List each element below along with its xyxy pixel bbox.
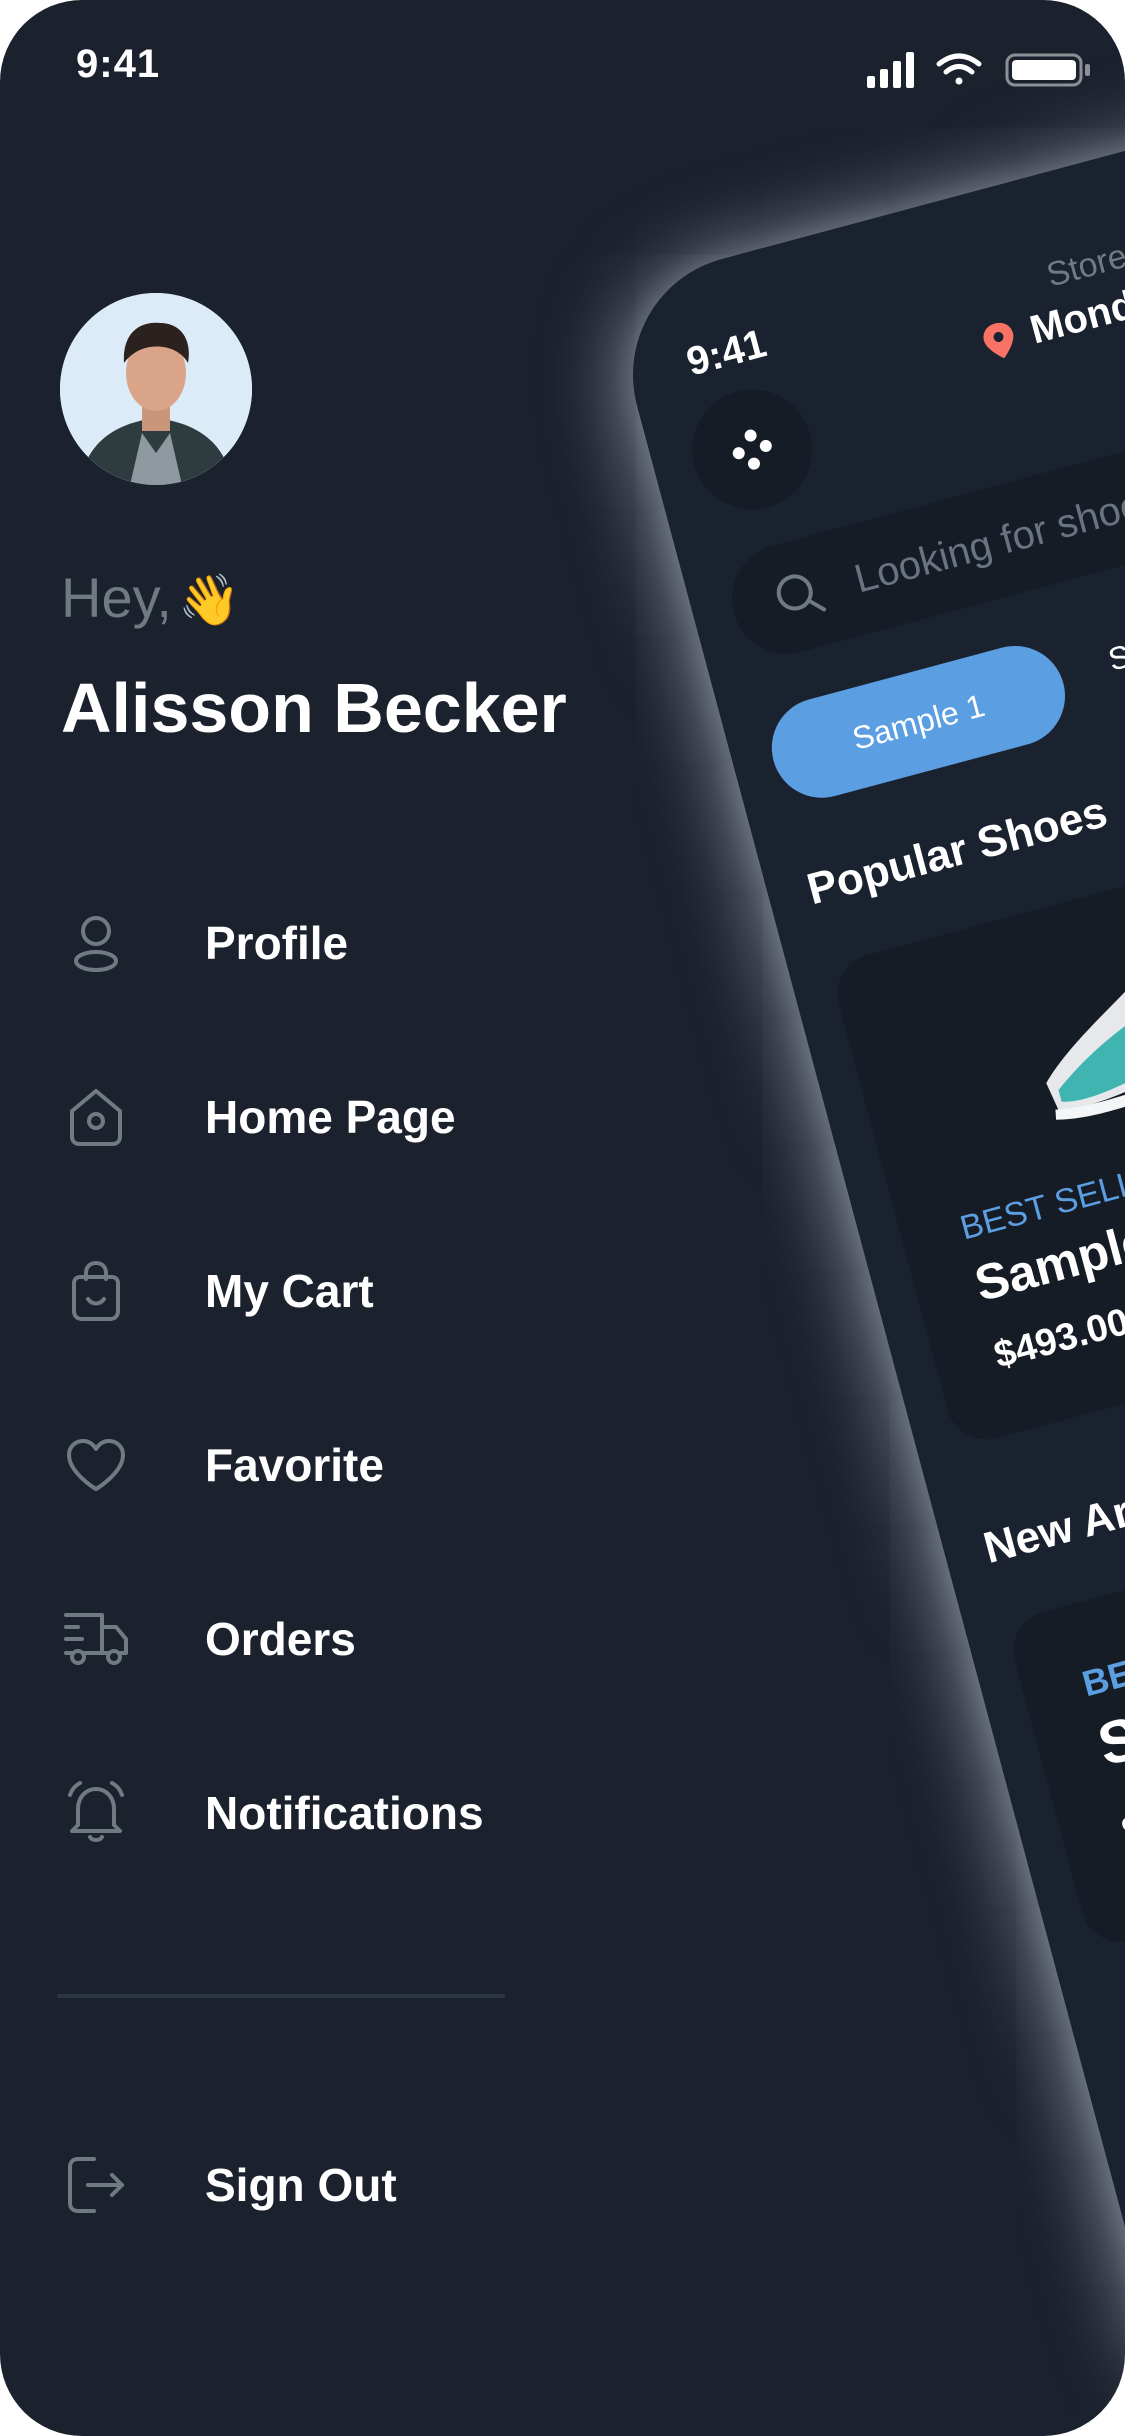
status-time: 9:41 bbox=[76, 42, 161, 86]
shoe-image bbox=[1046, 899, 1125, 1120]
category-chip-active[interactable]: Sample 1 bbox=[760, 634, 1077, 809]
menu-item-orders[interactable]: Orders bbox=[60, 1599, 580, 1679]
preview-time: 9:41 bbox=[682, 321, 771, 385]
greeting-text: Hey, bbox=[61, 566, 172, 629]
menu-item-label: Home Page bbox=[205, 1091, 456, 1143]
menu-item-label: My Cart bbox=[205, 1265, 374, 1317]
menu-item-label: Profile bbox=[205, 917, 349, 969]
menu-button[interactable] bbox=[678, 376, 826, 524]
sign-out-icon bbox=[60, 2149, 132, 2221]
bell-icon bbox=[60, 1777, 132, 1849]
heart-icon bbox=[60, 1429, 132, 1501]
greeting: Hey, 👋 bbox=[61, 565, 240, 630]
category-chip[interactable]: Sample 2 bbox=[1104, 608, 1125, 679]
menu-item-home-page[interactable]: Home Page bbox=[60, 1077, 580, 1157]
wifi-icon bbox=[936, 53, 982, 85]
signal-icon bbox=[867, 52, 914, 88]
home-icon bbox=[60, 1081, 132, 1153]
user-name: Alisson Becker bbox=[61, 669, 567, 747]
divider bbox=[57, 1994, 505, 1998]
wave-emoji: 👋 bbox=[178, 572, 241, 628]
product-price: $493.00 bbox=[989, 1300, 1125, 1377]
menu-item-notifications[interactable]: Notifications bbox=[60, 1773, 580, 1853]
menu-item-favorite[interactable]: Favorite bbox=[60, 1425, 580, 1505]
avatar-photo bbox=[60, 293, 252, 485]
sign-out-label: Sign Out bbox=[205, 2159, 397, 2211]
menu-item-label: Notifications bbox=[205, 1787, 484, 1839]
search-placeholder: Looking for shoes bbox=[849, 476, 1125, 602]
product-price: $849.69 bbox=[1116, 1770, 1125, 1855]
menu-item-profile[interactable]: Profile bbox=[60, 903, 580, 983]
bag-icon bbox=[60, 1255, 132, 1327]
sign-out-button[interactable]: Sign Out bbox=[60, 2145, 580, 2225]
status-icons bbox=[867, 52, 1090, 88]
location-pin-icon bbox=[983, 322, 1014, 358]
screen: 9:41 9:41 Store location Mondolibug bbox=[0, 0, 1125, 2436]
store-location-label: Store location bbox=[1042, 204, 1125, 295]
truck-icon bbox=[60, 1603, 132, 1675]
avatar[interactable] bbox=[60, 293, 252, 485]
battery-icon bbox=[1005, 53, 1090, 87]
dots-menu-icon bbox=[732, 429, 772, 470]
best-seller-badge: BEST SELLER bbox=[1077, 1601, 1125, 1705]
user-icon bbox=[60, 907, 132, 979]
product-card[interactable]: BEST SELLER Sample 1 $493.00 bbox=[828, 836, 1125, 1449]
search-icon bbox=[776, 574, 827, 612]
new-arrivals-title: New Arrivals bbox=[978, 1457, 1125, 1574]
menu-item-label: Orders bbox=[205, 1613, 356, 1665]
menu-item-label: Favorite bbox=[205, 1439, 384, 1491]
menu-item-my-cart[interactable]: My Cart bbox=[60, 1251, 580, 1331]
home-preview-card[interactable]: 9:41 Store location Mondolibug Looking f… bbox=[606, 67, 1125, 2436]
popular-shoes-title: Popular Shoes bbox=[801, 787, 1113, 915]
